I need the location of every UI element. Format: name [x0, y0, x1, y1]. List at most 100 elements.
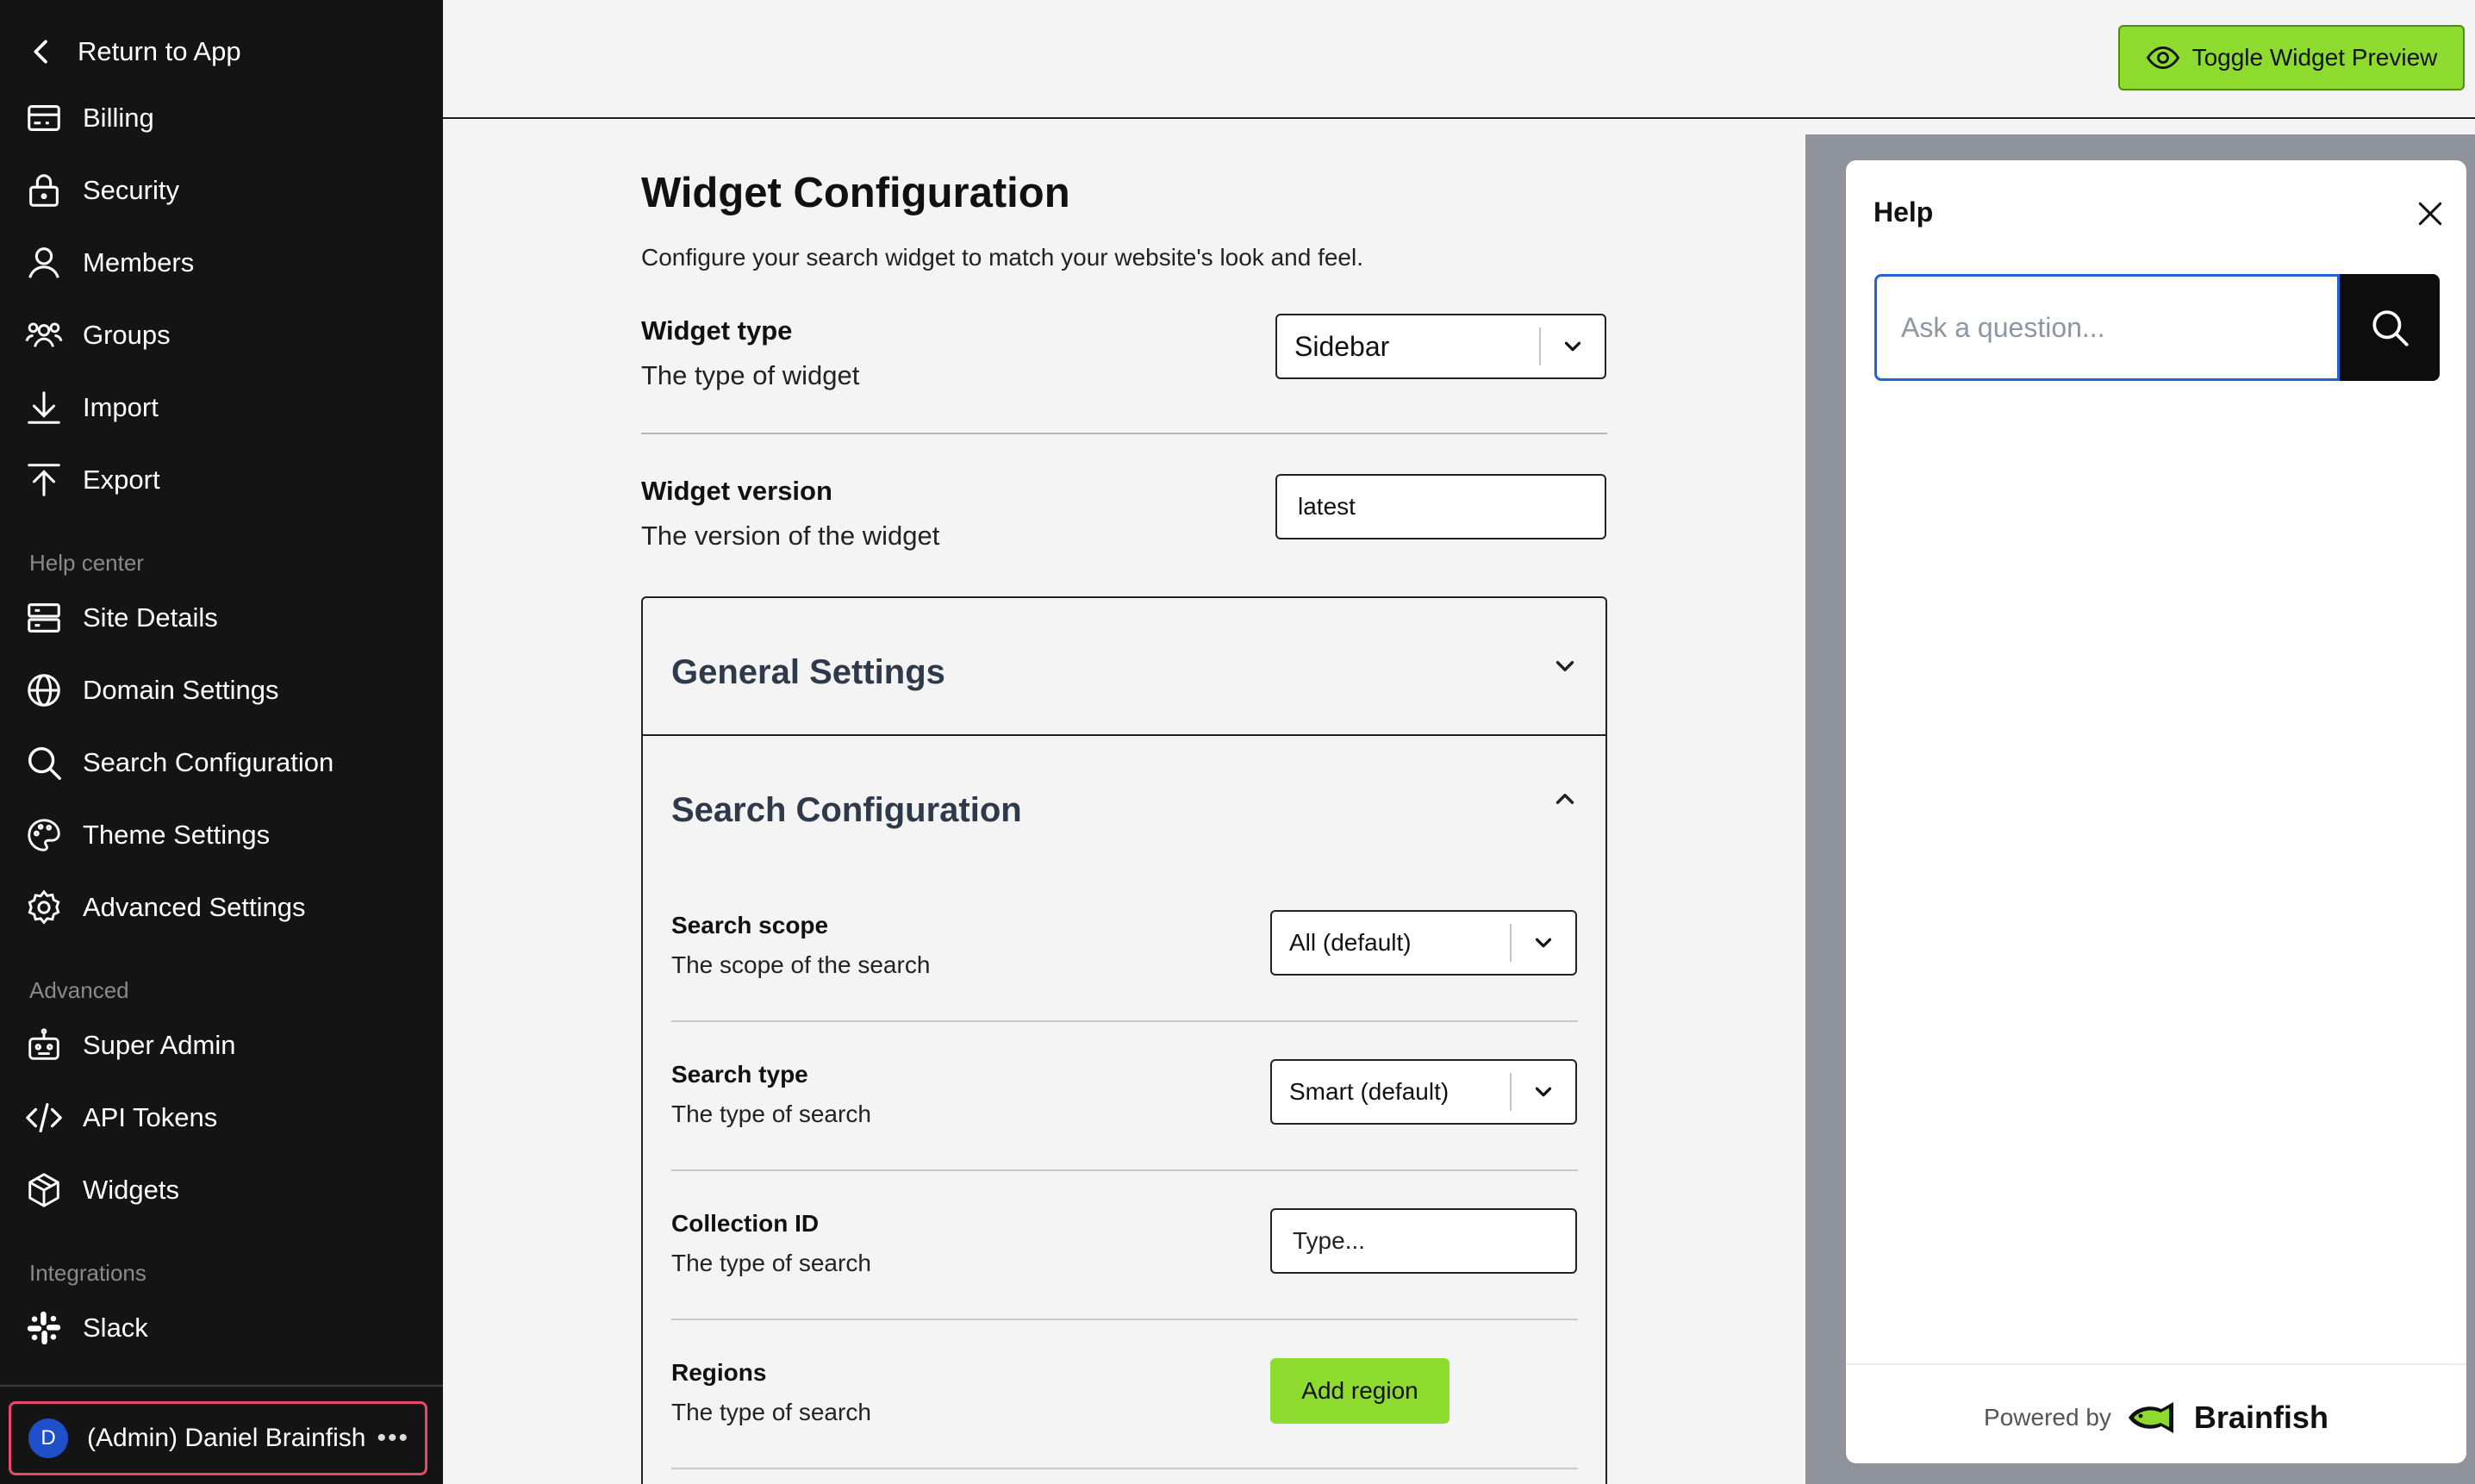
help-title: Help: [1873, 196, 1934, 228]
billing-icon: [28, 105, 60, 131]
search-type-description: The type of search: [671, 1101, 871, 1127]
regions-label: Regions: [671, 1359, 767, 1386]
widget-type-select[interactable]: Sidebar: [1275, 314, 1606, 379]
sidebar-item-label: Site Details: [83, 602, 218, 633]
more-options-icon[interactable]: •••: [377, 1424, 409, 1453]
sidebar-item-billing[interactable]: Billing: [24, 92, 154, 144]
widget-type-label: Widget type: [641, 315, 793, 346]
general-settings-title: General Settings: [671, 653, 945, 691]
brainfish-logo-icon: [2128, 1402, 2173, 1433]
widget-version-description: The version of the widget: [641, 521, 940, 551]
return-to-app-link[interactable]: Return to App: [24, 26, 241, 78]
sidebar-item-theme-settings[interactable]: Theme Settings: [24, 809, 270, 861]
sidebar-item-site-details[interactable]: Site Details: [24, 592, 218, 644]
sidebar-item-label: Members: [83, 247, 195, 277]
sidebar-item-import[interactable]: Import: [24, 382, 159, 433]
search-icon: [28, 746, 61, 780]
settings-accordion: General Settings Search Configuration Se…: [641, 596, 1607, 1484]
divider: [671, 1319, 1578, 1320]
help-search-input[interactable]: [1874, 274, 2340, 381]
sidebar-item-label: Widgets: [83, 1175, 179, 1205]
search-scope-value: All (default): [1289, 929, 1412, 956]
sidebar-item-label: API Tokens: [83, 1102, 218, 1132]
sidebar: Return to App Billing Security Members G…: [0, 0, 443, 1484]
lock-icon: [29, 174, 59, 207]
page-title: Widget Configuration: [641, 170, 1070, 216]
gear-icon: [28, 889, 60, 925]
sidebar-item-label: Security: [83, 175, 179, 205]
upload-icon: [28, 464, 60, 496]
sidebar-item-api-tokens[interactable]: API Tokens: [24, 1092, 217, 1144]
cube-icon: [28, 1173, 59, 1207]
divider: [671, 1169, 1578, 1171]
help-widget-preview: Help Powered by Brainfish: [1846, 160, 2466, 1463]
section-label-advanced: Advanced: [29, 977, 129, 1003]
robot-icon: [28, 1028, 59, 1060]
chevron-down-icon: [1555, 661, 1574, 671]
collection-id-input[interactable]: [1270, 1208, 1577, 1274]
search-scope-description: The scope of the search: [671, 951, 931, 978]
chevron-down-icon: [1541, 334, 1605, 359]
download-icon: [28, 391, 60, 424]
sidebar-item-label: Theme Settings: [83, 820, 271, 850]
chevron-left-icon: [34, 40, 47, 64]
widget-version-label: Widget version: [641, 476, 832, 506]
sidebar-item-export[interactable]: Export: [24, 454, 160, 506]
regions-description: The type of search: [671, 1399, 871, 1425]
sidebar-item-search-configuration[interactable]: Search Configuration: [24, 737, 334, 789]
sidebar-item-domain-settings[interactable]: Domain Settings: [24, 664, 278, 716]
search-scope-label: Search scope: [671, 912, 829, 938]
sidebar-item-members[interactable]: Members: [24, 237, 194, 289]
sidebar-item-label: Export: [83, 465, 160, 495]
sidebar-item-label: Groups: [83, 320, 171, 350]
sidebar-item-security[interactable]: Security: [24, 165, 179, 216]
sidebar-item-slack[interactable]: Slack: [24, 1302, 148, 1354]
help-search-button[interactable]: [2340, 274, 2440, 381]
chevron-down-icon: [1512, 930, 1575, 956]
divider: [641, 433, 1607, 434]
users-group-icon: [25, 322, 63, 347]
server-icon: [28, 603, 60, 633]
eye-icon: [2146, 46, 2179, 70]
sidebar-item-groups[interactable]: Groups: [24, 309, 171, 361]
code-icon: [26, 1103, 62, 1132]
help-footer-divider: [1846, 1363, 2466, 1365]
globe-icon: [28, 674, 60, 707]
divider: [671, 1020, 1578, 1022]
search-type-label: Search type: [671, 1061, 808, 1088]
widget-type-value: Sidebar: [1294, 330, 1390, 362]
return-to-app-label: Return to App: [78, 36, 241, 66]
sidebar-item-label: Advanced Settings: [83, 892, 306, 922]
general-settings-header[interactable]: General Settings: [643, 598, 1605, 734]
chevron-up-icon: [1555, 794, 1574, 804]
sidebar-item-label: Domain Settings: [83, 675, 279, 705]
widget-version-input[interactable]: [1275, 474, 1606, 539]
search-type-select[interactable]: Smart (default): [1270, 1059, 1577, 1125]
user-account-menu[interactable]: D (Admin) Daniel Brainfish •••: [9, 1401, 427, 1475]
page-subtitle: Configure your search widget to match yo…: [641, 244, 1364, 271]
header-divider: [443, 117, 2475, 119]
sidebar-item-advanced-settings[interactable]: Advanced Settings: [24, 882, 306, 933]
toggle-widget-preview-button[interactable]: Toggle Widget Preview: [2118, 25, 2465, 90]
user-name: (Admin) Daniel Brainfish: [87, 1424, 366, 1452]
widget-type-description: The type of widget: [641, 360, 860, 390]
sidebar-item-label: Slack: [83, 1313, 148, 1343]
divider: [671, 1468, 1578, 1469]
search-icon: [2372, 310, 2409, 346]
search-configuration-title: Search Configuration: [671, 791, 1022, 829]
brand-name: Brainfish: [2193, 1400, 2328, 1435]
add-region-button[interactable]: Add region: [1270, 1358, 1449, 1424]
user-icon: [28, 247, 59, 278]
sidebar-item-widgets[interactable]: Widgets: [24, 1164, 179, 1216]
palette-icon: [28, 819, 60, 851]
collection-id-label: Collection ID: [671, 1210, 820, 1237]
close-icon[interactable]: [2413, 196, 2447, 231]
sidebar-item-label: Search Configuration: [83, 747, 334, 777]
search-configuration-header[interactable]: Search Configuration: [643, 736, 1605, 872]
chevron-down-icon: [1512, 1079, 1575, 1105]
toggle-widget-preview-label: Toggle Widget Preview: [2191, 44, 2438, 71]
search-scope-select[interactable]: All (default): [1270, 910, 1577, 976]
section-label-integrations: Integrations: [29, 1260, 147, 1286]
sidebar-divider: [0, 1385, 443, 1387]
sidebar-item-super-admin[interactable]: Super Admin: [24, 1019, 236, 1071]
